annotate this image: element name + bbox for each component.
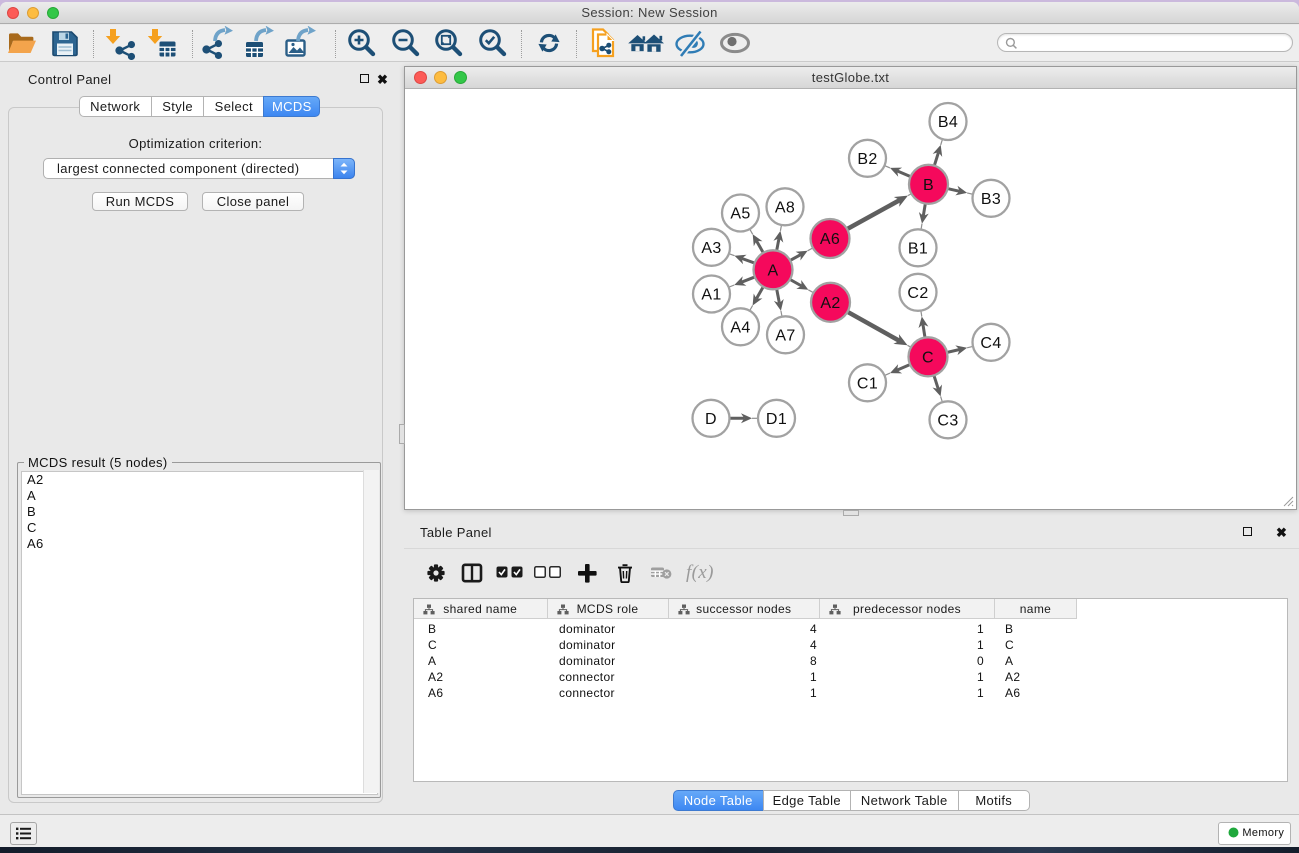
svg-text:C3: C3	[937, 412, 958, 429]
svg-text:B4: B4	[938, 114, 958, 131]
svg-text:A5: A5	[730, 206, 750, 223]
svg-text:B3: B3	[981, 191, 1001, 208]
svg-text:C2: C2	[907, 285, 928, 302]
svg-text:A7: A7	[775, 327, 795, 344]
svg-text:A8: A8	[775, 199, 795, 216]
svg-text:A3: A3	[701, 240, 721, 257]
svg-text:B2: B2	[857, 151, 877, 168]
svg-text:D: D	[705, 411, 717, 428]
svg-text:A2: A2	[820, 295, 840, 312]
svg-text:C4: C4	[980, 335, 1001, 352]
svg-text:B1: B1	[908, 240, 928, 257]
svg-text:C: C	[922, 349, 934, 366]
svg-text:A: A	[767, 262, 778, 279]
svg-text:A4: A4	[730, 319, 750, 336]
svg-text:B: B	[923, 177, 934, 194]
svg-text:A6: A6	[820, 231, 840, 248]
svg-text:A1: A1	[701, 287, 721, 304]
svg-text:C1: C1	[857, 375, 878, 392]
svg-text:D1: D1	[766, 411, 787, 428]
